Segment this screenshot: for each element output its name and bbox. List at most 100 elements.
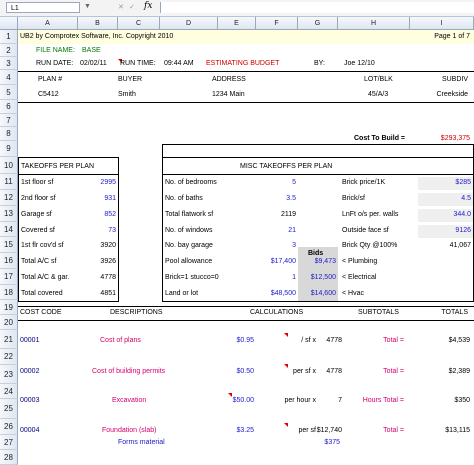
estimating-budget[interactable]: ESTIMATING BUDGET: [206, 58, 279, 70]
row-header-19[interactable]: 19: [0, 300, 18, 315]
misc-right-value[interactable]: $285: [418, 177, 471, 189]
takeoff-value[interactable]: 931: [78, 193, 116, 205]
row-header-25[interactable]: 25: [0, 399, 18, 419]
page-number[interactable]: Page 1 of 7: [434, 31, 470, 43]
misc-value[interactable]: 2119: [238, 209, 296, 221]
cost-code[interactable]: 00002: [20, 366, 39, 378]
row-header-27[interactable]: 27: [0, 435, 18, 450]
row-header-9[interactable]: 9: [0, 141, 18, 157]
row-header-21[interactable]: 21: [0, 330, 18, 349]
cost-quantity[interactable]: 4778: [294, 366, 342, 378]
takeoff-value[interactable]: 2995: [78, 177, 116, 189]
forms-value[interactable]: $375: [278, 437, 340, 449]
cost-total[interactable]: $13,115: [414, 425, 470, 437]
row-header-6[interactable]: 6: [0, 100, 18, 114]
enter-icon[interactable]: ✓: [129, 3, 135, 11]
cost-rate[interactable]: $0.50: [198, 366, 254, 378]
column-header-g[interactable]: G: [298, 17, 338, 30]
subdiv-value[interactable]: Creekside: [436, 89, 468, 101]
misc-right-value[interactable]: 4.5: [418, 193, 471, 205]
run-date[interactable]: 02/02/11: [80, 58, 107, 70]
row-header-23[interactable]: 23: [0, 365, 18, 384]
misc-right-value[interactable]: 41,067: [418, 240, 471, 252]
row-header-7[interactable]: 7: [0, 114, 18, 127]
bid-value[interactable]: $14,600: [298, 288, 336, 300]
name-box[interactable]: L1: [6, 2, 80, 13]
buyer-value[interactable]: Smith: [118, 89, 136, 101]
takeoff-value[interactable]: 852: [78, 209, 116, 221]
insert-function-icon[interactable]: fx: [144, 1, 152, 11]
row-header-3[interactable]: 3: [0, 57, 18, 70]
bid-value[interactable]: $12,500: [298, 272, 336, 284]
misc-value[interactable]: 1: [238, 272, 296, 284]
misc-value[interactable]: 5: [238, 177, 296, 189]
misc-right-value[interactable]: 344.0: [418, 209, 471, 221]
column-header-e[interactable]: E: [218, 17, 256, 30]
cost-quantity[interactable]: 7: [294, 395, 342, 407]
column-header-f[interactable]: F: [256, 17, 298, 30]
comment-marker[interactable]: [284, 364, 288, 368]
misc-value[interactable]: $17,400: [238, 256, 296, 268]
formula-input[interactable]: [160, 2, 474, 13]
row-header-18[interactable]: 18: [0, 285, 18, 300]
comment-marker[interactable]: [284, 423, 288, 427]
column-header-a[interactable]: A: [18, 17, 78, 30]
cost-rate[interactable]: $3.25: [198, 425, 254, 437]
takeoff-value[interactable]: 3926: [78, 256, 116, 268]
row-header-14[interactable]: 14: [0, 222, 18, 237]
cost-code[interactable]: 00001: [20, 335, 39, 347]
cost-code[interactable]: 00003: [20, 395, 39, 407]
cost-total[interactable]: $4,539: [414, 335, 470, 347]
column-header-i[interactable]: I: [410, 17, 474, 30]
column-header-b[interactable]: B: [78, 17, 118, 30]
row-header-22[interactable]: 22: [0, 349, 18, 365]
worksheet-grid[interactable]: UB2 by Comprotex Software, Inc. Copyrigh…: [18, 30, 474, 451]
cost-code[interactable]: 00004: [20, 425, 39, 437]
misc-right-value[interactable]: 9126: [418, 225, 471, 237]
name-box-dropdown-icon[interactable]: ▼: [84, 3, 91, 10]
row-header-26[interactable]: 26: [0, 419, 18, 435]
plan-value[interactable]: C5412: [38, 89, 59, 101]
row-header-20[interactable]: 20: [0, 315, 18, 330]
takeoff-value[interactable]: 4851: [78, 288, 116, 300]
row-header-16[interactable]: 16: [0, 253, 18, 269]
row-header-13[interactable]: 13: [0, 206, 18, 222]
misc-value[interactable]: 21: [238, 225, 296, 237]
cost-rate[interactable]: $0.95: [198, 335, 254, 347]
column-header-h[interactable]: H: [338, 17, 410, 30]
cost-description[interactable]: Excavation: [112, 395, 146, 407]
cost-description[interactable]: Cost of building permits: [92, 366, 165, 378]
misc-value[interactable]: 3.5: [238, 193, 296, 205]
by-value[interactable]: Joe 12/10: [344, 58, 375, 70]
row-header-12[interactable]: 12: [0, 190, 18, 206]
bid-value[interactable]: $9,473: [298, 256, 336, 268]
select-all-corner[interactable]: [0, 17, 18, 30]
file-name-value[interactable]: BASE: [82, 45, 101, 57]
takeoff-value[interactable]: 4778: [78, 272, 116, 284]
row-header-2[interactable]: 2: [0, 44, 18, 57]
address-value[interactable]: 1234 Main: [212, 89, 245, 101]
cost-total[interactable]: $2,389: [414, 366, 470, 378]
row-header-4[interactable]: 4: [0, 70, 18, 85]
row-header-10[interactable]: 10: [0, 157, 18, 174]
run-time[interactable]: 09:44 AM: [164, 58, 194, 70]
row-header-17[interactable]: 17: [0, 269, 18, 285]
comment-marker[interactable]: [228, 393, 232, 397]
cost-description[interactable]: Foundation (slab): [102, 425, 156, 437]
column-header-d[interactable]: D: [160, 17, 218, 30]
cost-total[interactable]: $350: [414, 395, 470, 407]
cost-quantity[interactable]: $12,740: [294, 425, 342, 437]
row-header-28[interactable]: 28: [0, 450, 18, 465]
misc-value[interactable]: 3: [238, 240, 296, 252]
title-cell[interactable]: UB2 by Comprotex Software, Inc. Copyrigh…: [20, 31, 173, 43]
column-header-c[interactable]: C: [118, 17, 160, 30]
lot-value[interactable]: 45/A/3: [368, 89, 388, 101]
row-header-8[interactable]: 8: [0, 127, 18, 141]
cancel-icon[interactable]: ✕: [118, 3, 124, 11]
cost-rate[interactable]: $50.00: [198, 395, 254, 407]
takeoff-value[interactable]: 3920: [78, 240, 116, 252]
row-header-15[interactable]: 15: [0, 237, 18, 253]
cost-quantity[interactable]: 4778: [294, 335, 342, 347]
takeoff-value[interactable]: 73: [78, 225, 116, 237]
forms-label[interactable]: Forms material: [118, 437, 165, 449]
